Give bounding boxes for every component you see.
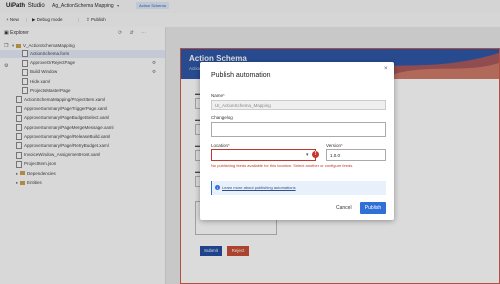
close-icon[interactable]: ×: [384, 66, 388, 72]
chevron-down-icon: ▾: [306, 152, 309, 158]
publish-dialog: Publish automation ×: [200, 62, 394, 220]
error-icon: !: [312, 151, 319, 158]
location-label: Location*: [211, 143, 230, 148]
location-error-text: No publishing feeds available for this l…: [211, 163, 354, 168]
info-link[interactable]: Learn more about publishing automations: [222, 185, 296, 190]
location-select[interactable]: ▾: [211, 149, 316, 161]
info-banner: i Learn more about publishing automation…: [211, 181, 386, 195]
cancel-button[interactable]: Cancel: [336, 205, 352, 211]
version-label: Version*: [326, 143, 343, 148]
name-label: Name*: [211, 93, 225, 98]
info-icon: i: [215, 185, 220, 190]
dialog-title: Publish automation: [211, 72, 271, 79]
version-field[interactable]: 1.0.0: [326, 149, 386, 161]
name-field[interactable]: UI_ActionSchema_Mapping: [211, 100, 386, 110]
publish-button[interactable]: Publish: [360, 202, 386, 214]
changelog-field[interactable]: [211, 122, 386, 137]
changelog-label: Changelog: [211, 115, 233, 120]
